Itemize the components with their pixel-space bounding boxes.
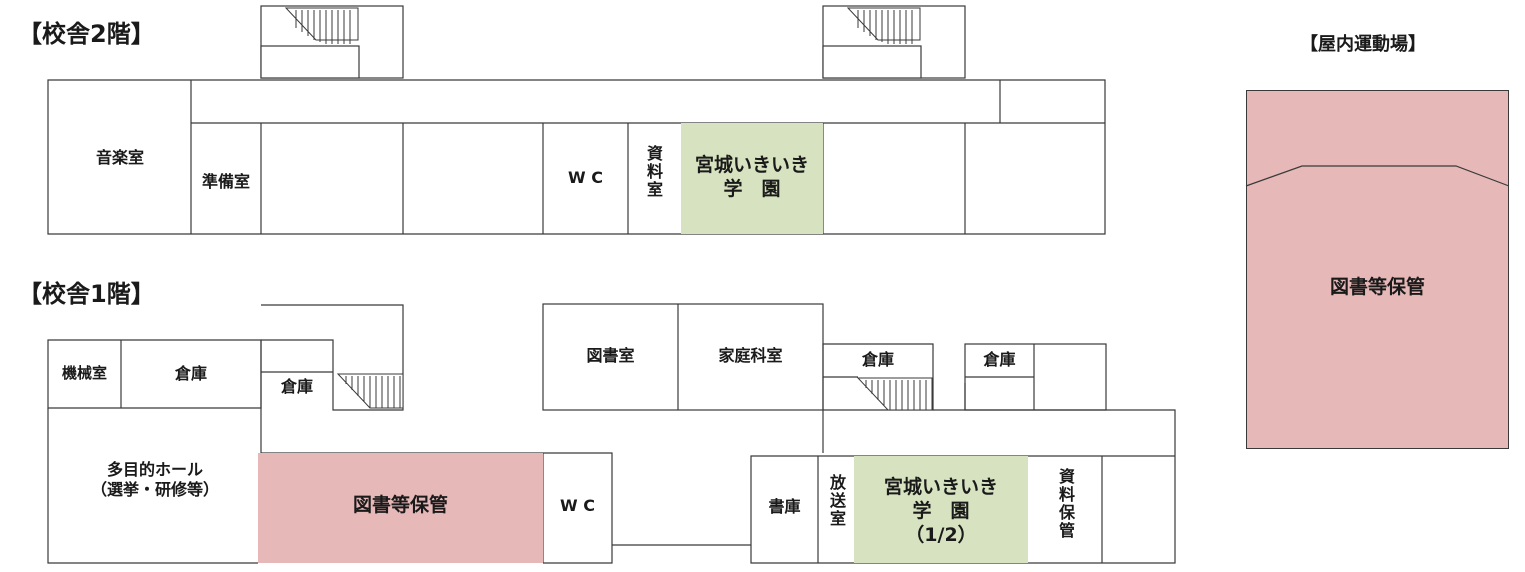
gym-book-storage-label: 図書等保管 — [1329, 276, 1425, 298]
